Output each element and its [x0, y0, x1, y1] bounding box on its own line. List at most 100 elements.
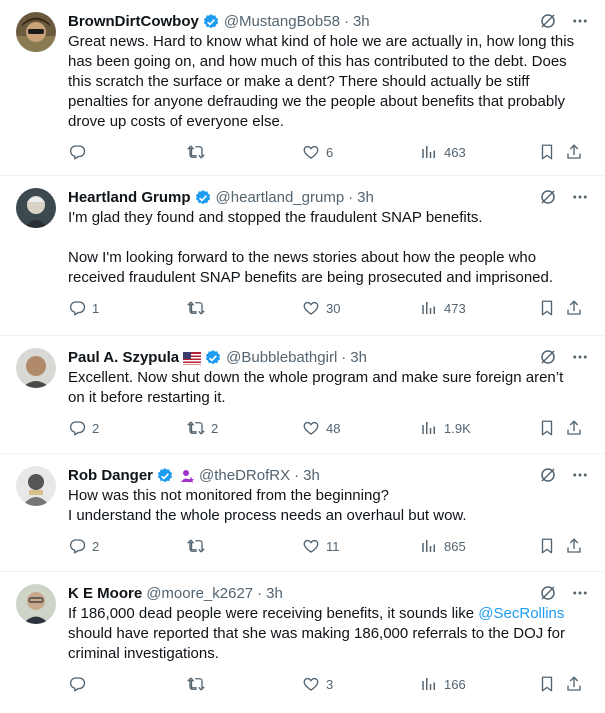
- display-name[interactable]: Heartland Grump: [68, 188, 191, 208]
- tweet-paragraph: Excellent. Now shut down the whole progr…: [68, 369, 564, 406]
- tweet-3[interactable]: Paul A. Szypula @Bubblebathgirl · 3h Exc…: [0, 336, 605, 454]
- retweet-button[interactable]: [187, 674, 211, 694]
- avatar[interactable]: [16, 466, 56, 506]
- share-button[interactable]: [565, 536, 583, 556]
- display-name[interactable]: Rob Danger: [68, 466, 153, 486]
- bookmark-icon: [541, 538, 553, 554]
- grok-icon[interactable]: [539, 584, 557, 602]
- retweet-button[interactable]: [187, 536, 211, 556]
- views-button[interactable]: 473: [420, 298, 466, 318]
- like-button[interactable]: 30: [302, 298, 340, 318]
- handle[interactable]: @moore_k2627: [146, 584, 253, 604]
- tweet-header: Rob Danger @theDRofRX · 3h: [68, 466, 589, 486]
- reply-button[interactable]: 1: [68, 298, 99, 318]
- tweet-2[interactable]: Heartland Grump @heartland_grump · 3h I'…: [0, 176, 605, 336]
- grok-icon[interactable]: [539, 348, 557, 366]
- retweet-button[interactable]: 2: [187, 418, 218, 438]
- tweet-text: Great news. Hard to know what kind of ho…: [68, 32, 589, 132]
- avatar[interactable]: [16, 584, 56, 624]
- reply-button[interactable]: 2: [68, 418, 99, 438]
- reply-button[interactable]: [68, 142, 92, 162]
- view-count: 1.9K: [444, 420, 471, 436]
- timestamp[interactable]: 3h: [350, 348, 367, 368]
- reply-count: 2: [92, 538, 100, 554]
- reply-icon: [69, 677, 86, 692]
- tweet-5[interactable]: K E Moore @moore_k2627 · 3h If 186,000 d…: [0, 572, 605, 713]
- verified-badge-icon: [204, 349, 222, 367]
- verified-badge-icon: [202, 13, 220, 31]
- tweet-4[interactable]: Rob Danger @theDRofRX · 3h How was this …: [0, 454, 605, 572]
- bookmark-button[interactable]: [538, 674, 556, 694]
- tweet-text: If 186,000 dead people were receiving be…: [68, 604, 589, 664]
- retweet-icon: [187, 145, 205, 159]
- bookmark-button[interactable]: [538, 298, 556, 318]
- reply-icon: [69, 421, 86, 436]
- display-name[interactable]: BrownDirtCowboy: [68, 12, 199, 32]
- tweet-text-segment: If 186,000 dead people were receiving be…: [68, 605, 479, 622]
- display-name[interactable]: K E Moore: [68, 584, 142, 604]
- views-button[interactable]: 463: [420, 142, 466, 162]
- avatar[interactable]: [16, 348, 56, 388]
- tweet-header: Paul A. Szypula @Bubblebathgirl · 3h: [68, 348, 589, 368]
- bookmark-button[interactable]: [538, 536, 556, 556]
- retweet-button[interactable]: [187, 298, 211, 318]
- bookmark-button[interactable]: [538, 142, 556, 162]
- grok-icon[interactable]: [539, 466, 557, 484]
- share-icon: [567, 676, 581, 691]
- mention-link[interactable]: @SecRollins: [478, 605, 564, 622]
- separator-dot: ·: [348, 189, 354, 206]
- handle[interactable]: @theDRofRX: [199, 466, 290, 486]
- views-button[interactable]: 166: [420, 674, 466, 694]
- views-button[interactable]: 1.9K: [420, 418, 471, 438]
- view-count: 473: [444, 300, 466, 316]
- like-icon: [303, 539, 319, 553]
- handle[interactable]: @Bubblebathgirl: [226, 348, 337, 368]
- like-icon: [303, 677, 319, 691]
- avatar[interactable]: [16, 12, 56, 52]
- timestamp[interactable]: 3h: [357, 188, 374, 208]
- reply-button[interactable]: [68, 674, 92, 694]
- share-button[interactable]: [565, 142, 583, 162]
- handle[interactable]: @MustangBob58: [224, 12, 340, 32]
- share-button[interactable]: [565, 298, 583, 318]
- grok-icon[interactable]: [539, 12, 557, 30]
- more-icon[interactable]: [571, 584, 589, 602]
- more-icon[interactable]: [571, 188, 589, 206]
- like-button[interactable]: 3: [302, 674, 333, 694]
- share-button[interactable]: [565, 674, 583, 694]
- tweet-text-segment: should have reported that she was making…: [68, 625, 565, 662]
- more-icon[interactable]: [571, 466, 589, 484]
- avatar[interactable]: [16, 188, 56, 228]
- reply-count: 2: [92, 420, 100, 436]
- like-button[interactable]: 6: [302, 142, 333, 162]
- verified-badge-icon: [156, 467, 174, 485]
- action-bar: 6 463: [68, 142, 589, 162]
- views-icon: [422, 422, 435, 434]
- more-icon[interactable]: [571, 348, 589, 366]
- like-button[interactable]: 48: [302, 418, 340, 438]
- like-button[interactable]: 11: [302, 536, 340, 556]
- bookmark-button[interactable]: [538, 418, 556, 438]
- reply-icon: [69, 145, 86, 160]
- like-icon: [303, 301, 319, 315]
- views-button[interactable]: 865: [420, 536, 466, 556]
- tweet-paragraph: Now I'm looking forward to the news stor…: [68, 249, 554, 286]
- retweet-button[interactable]: [187, 142, 211, 162]
- like-count: 48: [326, 420, 341, 436]
- person-badge-icon: [179, 468, 195, 484]
- more-icon[interactable]: [571, 12, 589, 30]
- grok-icon[interactable]: [539, 188, 557, 206]
- timestamp[interactable]: 3h: [266, 584, 283, 604]
- handle[interactable]: @heartland_grump: [216, 188, 345, 208]
- share-button[interactable]: [565, 418, 583, 438]
- reply-button[interactable]: 2: [68, 536, 99, 556]
- tweet-text: Excellent. Now shut down the whole progr…: [68, 368, 589, 408]
- retweet-icon: [187, 677, 205, 691]
- views-icon: [422, 146, 435, 158]
- display-name[interactable]: Paul A. Szypula: [68, 348, 179, 368]
- share-icon: [567, 538, 581, 553]
- tweet-1[interactable]: BrownDirtCowboy @MustangBob58 · 3h Great…: [0, 0, 605, 176]
- timestamp[interactable]: 3h: [303, 466, 320, 486]
- timestamp[interactable]: 3h: [353, 12, 370, 32]
- share-icon: [567, 420, 581, 435]
